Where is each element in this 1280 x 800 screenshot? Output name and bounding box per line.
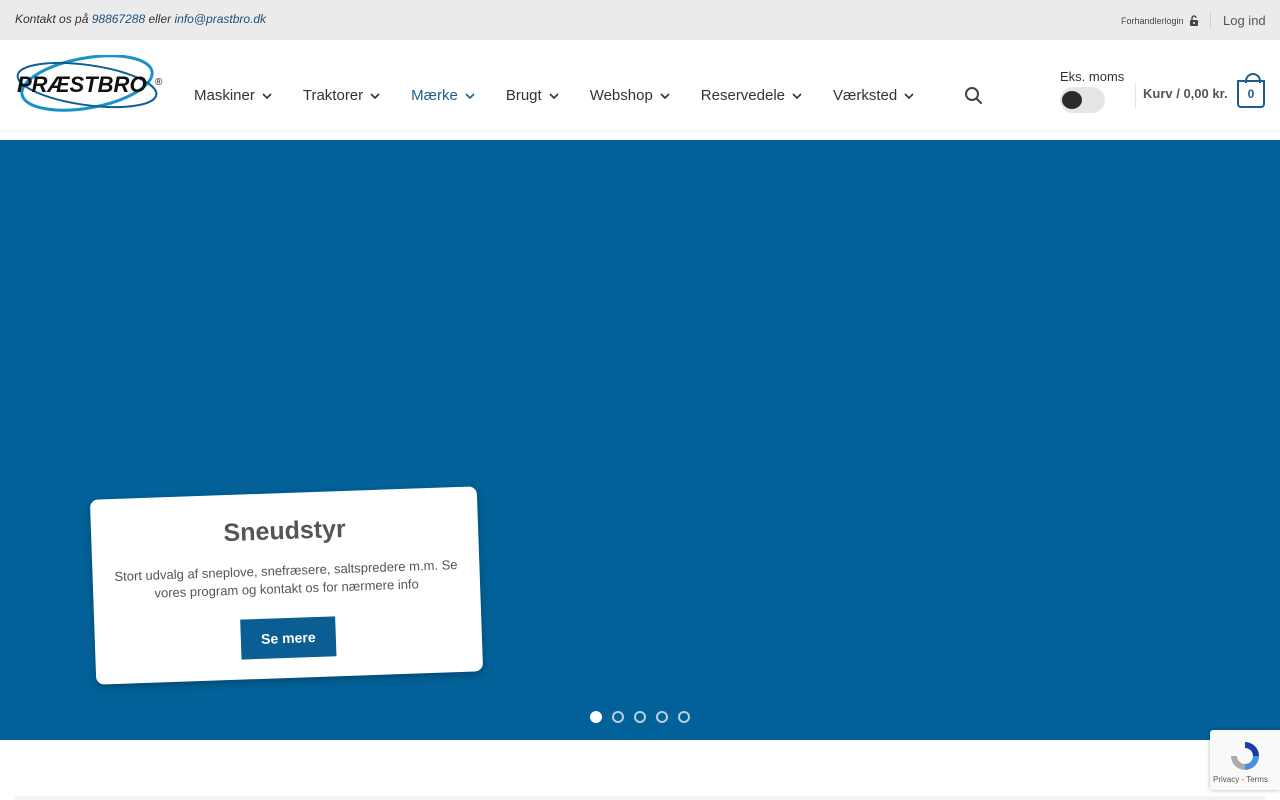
hero-title: Sneudstyr [223, 514, 347, 548]
site-logo[interactable]: PRÆSTBRO ® [15, 54, 165, 115]
slider-dots [590, 711, 690, 723]
hero-card: Sneudstyr Stort udvalg af sneplove, snef… [89, 486, 484, 685]
chevron-down-icon [792, 92, 802, 99]
cart-count-badge[interactable]: 0 [1237, 73, 1265, 108]
header-divider [1135, 82, 1136, 108]
logo-graphic: PRÆSTBRO ® [16, 54, 163, 112]
nav-item-label: Webshop [589, 87, 653, 104]
chevron-down-icon [549, 92, 559, 99]
nav-item-label: Reservedele [700, 87, 786, 104]
nav-item-1[interactable]: Traktorer [303, 87, 381, 104]
slider-dot[interactable] [656, 711, 668, 723]
lock-icon [1189, 15, 1198, 26]
chevron-down-icon [660, 92, 670, 99]
nav-item-3[interactable]: Brugt [506, 87, 560, 104]
nav-item-label: Brugt [505, 87, 542, 104]
main-header: PRÆSTBRO ® Maskiner Traktorer Mærke Brugt We… [0, 40, 1280, 130]
login-link[interactable]: Log ind [1223, 13, 1266, 28]
slider-dot[interactable] [678, 711, 690, 723]
recaptcha-badge[interactable]: Privacy - Terms [1210, 730, 1280, 790]
chevron-down-icon [262, 92, 272, 99]
top-bar: Kontakt os på 98867288 eller info@prastb… [0, 0, 1280, 40]
phone-link[interactable]: 98867288 [92, 12, 145, 26]
nav-item-label: Maskiner [194, 87, 255, 104]
contact-mid: eller [148, 12, 172, 26]
chevron-down-icon [904, 92, 914, 99]
toggle-knob [1062, 91, 1082, 109]
svg-text:PRÆSTBRO: PRÆSTBRO [17, 72, 147, 97]
slider-dot[interactable] [612, 711, 624, 723]
contact-info: Kontakt os på 98867288 eller info@prastb… [15, 12, 266, 26]
hero-slider: Sneudstyr Stort udvalg af sneplove, snef… [0, 140, 1280, 740]
nav-item-5[interactable]: Reservedele [701, 87, 803, 104]
nav-item-label: Traktorer [302, 87, 364, 104]
email-link[interactable]: info@prastbro.dk [175, 12, 267, 26]
cart-link[interactable]: Kurv / 0,00 kr. [1143, 86, 1228, 101]
topbar-divider [1210, 12, 1211, 29]
nav-item-0[interactable]: Maskiner [194, 87, 273, 104]
svg-text:®: ® [155, 77, 163, 88]
content-edge [15, 796, 1265, 800]
dealer-login-link[interactable]: Forhandlerlogin [1121, 15, 1199, 26]
hero-text: Stort udvalg af sneplove, snefræsere, sa… [114, 557, 458, 601]
recaptcha-links[interactable]: Privacy - Terms [1213, 775, 1268, 784]
contact-prefix: Kontakt os på [15, 12, 89, 26]
slider-dot[interactable] [590, 711, 602, 723]
chevron-down-icon [465, 92, 475, 99]
vat-toggle[interactable] [1060, 87, 1105, 113]
search-icon[interactable] [964, 86, 984, 106]
dealer-login-label: Forhandlerlogin [1121, 15, 1184, 26]
slider-dot[interactable] [634, 711, 646, 723]
vat-label: Eks. moms [1060, 69, 1125, 84]
recaptcha-icon [1231, 742, 1259, 770]
main-nav: Maskiner Traktorer Mærke Brugt Webshop Reserv… [194, 87, 945, 104]
chevron-down-icon [370, 92, 380, 99]
nav-item-2[interactable]: Mærke [411, 87, 476, 104]
see-more-button[interactable]: Se mere [240, 616, 337, 660]
nav-item-label: Mærke [411, 87, 458, 104]
nav-item-6[interactable]: Værksted [833, 87, 915, 104]
nav-item-4[interactable]: Webshop [590, 87, 671, 104]
nav-item-label: Værksted [833, 87, 898, 104]
